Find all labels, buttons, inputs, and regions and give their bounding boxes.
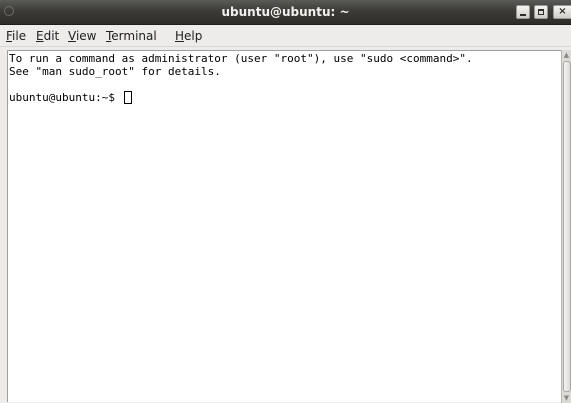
menu-terminal[interactable]: Terminal bbox=[106, 29, 157, 44]
menu-file-label: ile bbox=[12, 29, 27, 43]
terminal-line: To run a command as administrator (user … bbox=[9, 52, 473, 65]
menu-bar: File Edit View Terminal Help bbox=[0, 25, 571, 47]
scroll-up-arrow-icon[interactable]: ▲ bbox=[562, 50, 571, 60]
menu-help-mnemonic: H bbox=[175, 29, 185, 43]
close-icon: × bbox=[558, 6, 567, 17]
terminal-line: See "man sudo_root" for details. bbox=[9, 65, 221, 78]
menu-view-label: iew bbox=[75, 29, 97, 43]
menu-terminal-label: erminal bbox=[111, 29, 157, 43]
close-button[interactable]: × bbox=[553, 5, 571, 19]
shell-prompt: ubuntu@ubuntu:~$ bbox=[9, 91, 122, 104]
terminal-output[interactable]: To run a command as administrator (user … bbox=[7, 50, 561, 402]
vertical-scrollbar[interactable]: ▲ ▼ bbox=[561, 50, 571, 403]
menu-view[interactable]: View bbox=[68, 29, 96, 44]
menu-edit[interactable]: Edit bbox=[36, 29, 59, 44]
minimize-icon bbox=[520, 14, 526, 16]
terminal-prompt-line: ubuntu@ubuntu:~$ bbox=[9, 91, 132, 104]
scrollbar-thumb[interactable] bbox=[563, 61, 571, 392]
minimize-button[interactable] bbox=[516, 5, 530, 19]
menu-view-mnemonic: V bbox=[68, 29, 76, 43]
menu-edit-mnemonic: E bbox=[36, 29, 44, 43]
title-bar[interactable]: ubuntu@ubuntu: ~ × bbox=[0, 0, 571, 25]
menu-help[interactable]: Help bbox=[175, 29, 202, 44]
maximize-icon bbox=[538, 9, 544, 15]
scroll-down-arrow-icon[interactable]: ▼ bbox=[562, 393, 571, 403]
window-title: ubuntu@ubuntu: ~ bbox=[221, 5, 350, 19]
menu-file[interactable]: File bbox=[6, 29, 26, 44]
terminal-window: ubuntu@ubuntu: ~ × File Edit View Termin… bbox=[0, 0, 571, 403]
maximize-button[interactable] bbox=[534, 5, 548, 19]
text-cursor bbox=[123, 91, 132, 104]
menu-edit-label: dit bbox=[43, 29, 60, 43]
menu-help-label: elp bbox=[184, 29, 203, 43]
